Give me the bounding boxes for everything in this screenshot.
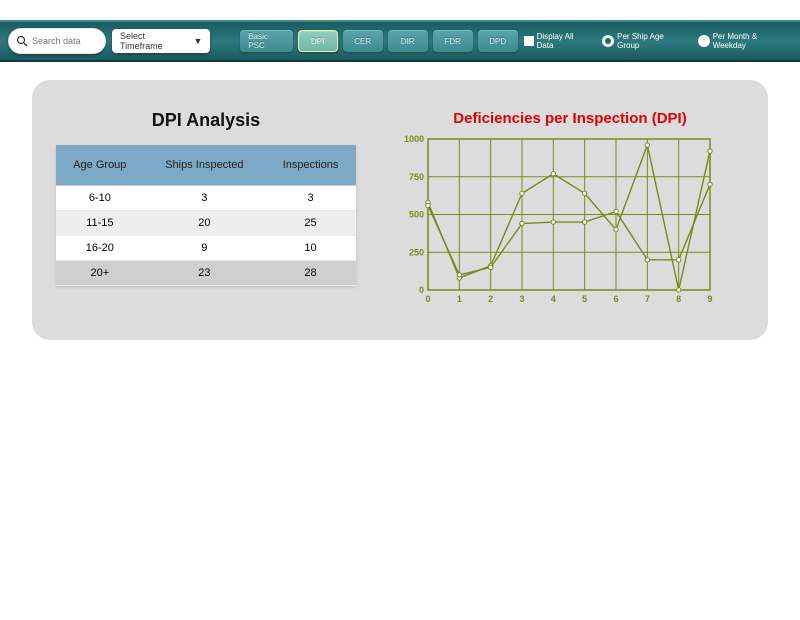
search-icon [16,35,28,47]
svg-text:5: 5 [582,294,587,304]
table-cell: 23 [144,261,265,286]
table-row: 16-20910 [56,236,356,261]
chart-area: 0 250 500 750 1000 0 1 2 3 4 5 6 7 8 9 [396,133,744,308]
table-title: DPI Analysis [56,110,356,131]
topbar: Select Timeframe ▼ Basic PSC DPICERDIRFDR… [0,20,800,62]
table-cell: 25 [265,211,356,236]
radio-icon [698,35,710,47]
table-cell: 3 [265,186,356,211]
chevron-down-icon: ▼ [193,36,202,46]
nav-fdr[interactable]: FDR [433,30,473,52]
table-row: 11-152025 [56,211,356,236]
table-row: 6-1033 [56,186,356,211]
search-input[interactable] [32,36,98,46]
table-cell: 16-20 [56,236,144,261]
svg-text:8: 8 [676,294,681,304]
svg-text:2: 2 [488,294,493,304]
table-block: DPI Analysis Age GroupShips InspectedIns… [56,110,356,314]
col-header: Ships Inspected [144,145,265,186]
table-cell: 20+ [56,261,144,286]
nav-dpi[interactable]: DPI [298,30,338,52]
svg-text:9: 9 [707,294,712,304]
table-cell: 6-10 [56,186,144,211]
svg-text:3: 3 [519,294,524,304]
svg-text:250: 250 [409,247,424,257]
checkbox-icon [524,36,534,46]
radio-icon [602,35,614,47]
svg-text:0: 0 [425,294,430,304]
search-box[interactable] [8,28,106,54]
line-chart: 0 250 500 750 1000 0 1 2 3 4 5 6 7 8 9 [396,133,716,308]
nav-cer[interactable]: CER [343,30,383,52]
nav-dpd[interactable]: DPD [478,30,518,52]
svg-text:1000: 1000 [404,134,424,144]
radio-per-age-group[interactable]: Per Ship Age Group [602,32,688,50]
radio-per-month-weekday[interactable]: Per Month & Weekday [698,32,792,50]
dpi-table: Age GroupShips InspectedInspections 6-10… [56,145,356,286]
table-row: 20+2328 [56,261,356,286]
svg-text:7: 7 [645,294,650,304]
table-cell: 20 [144,211,265,236]
chart-title: Deficiencies per Inspection (DPI) [396,110,744,127]
svg-text:1: 1 [457,294,462,304]
table-cell: 3 [144,186,265,211]
display-all-checkbox[interactable]: Display All Data [524,32,593,50]
chart-block: Deficiencies per Inspection (DPI) 025050… [396,110,744,314]
col-header: Inspections [265,145,356,186]
table-cell: 11-15 [56,211,144,236]
radio-label: Per Month & Weekday [713,32,792,50]
svg-text:6: 6 [613,294,618,304]
top-options: Display All Data Per Ship Age Group Per … [524,32,792,50]
table-cell: 10 [265,236,356,261]
nav-dir[interactable]: DIR [388,30,428,52]
nav-group: Basic PSC DPICERDIRFDRDPD [240,30,517,52]
table-cell: 28 [265,261,356,286]
nav-basic-psc[interactable]: Basic PSC [240,30,292,52]
col-header: Age Group [56,145,144,186]
checkbox-label: Display All Data [537,32,593,50]
main-panel: DPI Analysis Age GroupShips InspectedIns… [32,80,768,340]
table-cell: 9 [144,236,265,261]
timeframe-select[interactable]: Select Timeframe ▼ [112,29,210,53]
radio-label: Per Ship Age Group [617,32,688,50]
svg-text:500: 500 [409,210,424,220]
svg-text:4: 4 [551,294,556,304]
timeframe-label: Select Timeframe [120,31,189,51]
svg-text:0: 0 [419,285,424,295]
svg-text:750: 750 [409,172,424,182]
